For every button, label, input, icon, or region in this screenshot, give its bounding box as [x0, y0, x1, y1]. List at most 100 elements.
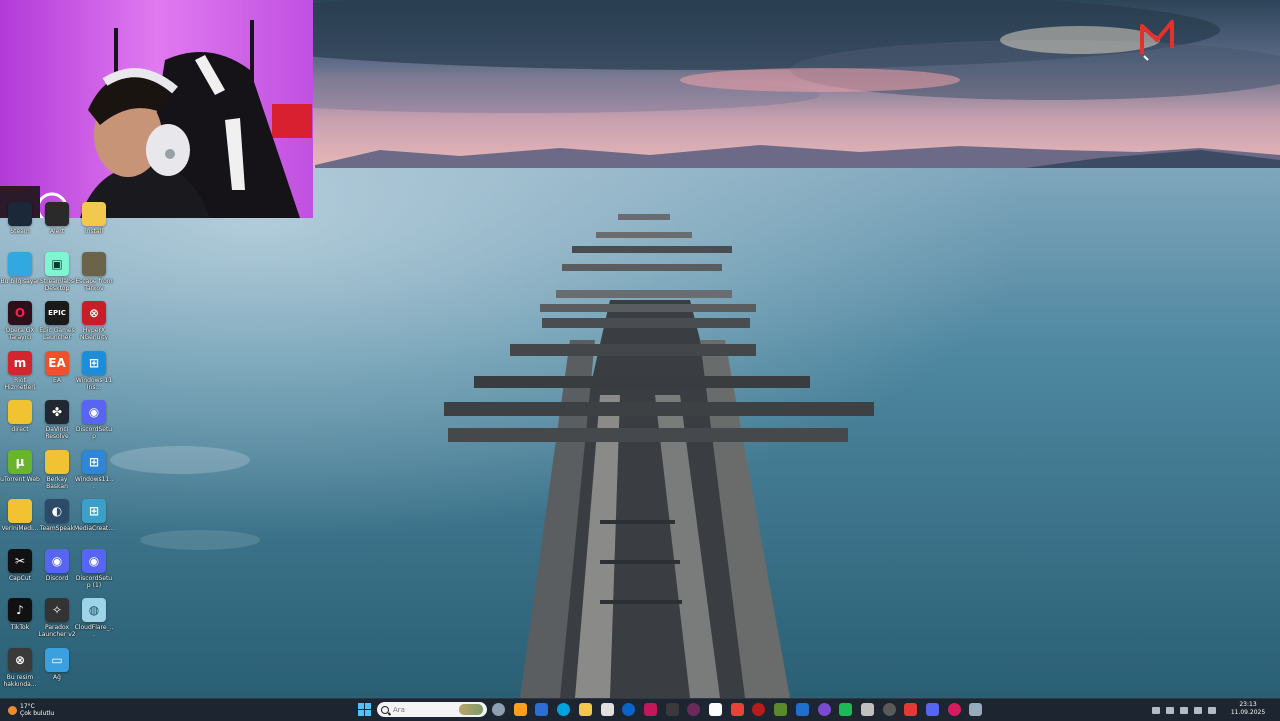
- app-icon: O: [8, 301, 32, 325]
- app-icon: ⊗: [8, 647, 32, 672]
- pinned-app-icon[interactable]: [535, 703, 549, 716]
- pinned-app-icon[interactable]: [665, 703, 679, 716]
- taskbar-clock[interactable]: 23:13 11.09.2025: [1228, 701, 1268, 717]
- weather-temperature: 17°C: [20, 703, 35, 710]
- taskbar: 17°C Çok bulutlu 23:13 11.09.2025: [0, 698, 1280, 721]
- app-icon: EPIC: [45, 301, 69, 325]
- pinned-app-icon[interactable]: [774, 703, 788, 716]
- desktop-icon[interactable]: EA EA: [37, 350, 77, 399]
- pinned-app-icon[interactable]: [839, 703, 853, 716]
- app-icon: [45, 202, 69, 226]
- desktop-icon[interactable]: ⊞ MediaCreat...: [74, 499, 114, 547]
- search-icon: [381, 705, 389, 714]
- desktop-icon-label: EA: [53, 376, 61, 384]
- desktop-icon[interactable]: ⊗ HyperX NGenuity: [74, 301, 114, 349]
- desktop-icon[interactable]: ⊞ Windows11...: [74, 449, 114, 498]
- weather-description: Çok bulutlu: [20, 710, 55, 717]
- pinned-app-icon[interactable]: [817, 703, 831, 716]
- app-icon: ✂: [8, 548, 32, 573]
- app-icon: ⊞: [82, 350, 106, 375]
- desktop-icon-label: VeriniMedi...: [1, 525, 39, 532]
- pinned-app-icon[interactable]: [752, 703, 766, 716]
- pinned-app-icon[interactable]: [513, 703, 527, 716]
- pinned-app-icon[interactable]: [860, 703, 874, 716]
- desktop-icon[interactable]: ◉ DiscordSetup: [74, 400, 114, 448]
- pinned-app-icon[interactable]: [687, 703, 701, 716]
- pinned-app-icon[interactable]: [926, 703, 939, 716]
- pinned-app-icon[interactable]: [904, 703, 918, 716]
- pinned-app-icon[interactable]: [492, 703, 505, 716]
- desktop-icon[interactable]: O Opera GX Tarayıcı: [0, 301, 40, 349]
- pinned-app-icon[interactable]: [947, 703, 961, 716]
- app-icon: ▭: [45, 647, 69, 672]
- start-button[interactable]: [358, 703, 371, 716]
- pinned-app-icon[interactable]: [622, 703, 636, 716]
- desktop-icon-label: CloudFlare_...: [74, 624, 114, 638]
- desktop-icon-label: Alert: [49, 228, 65, 235]
- weather-widget[interactable]: 17°C Çok bulutlu: [8, 701, 54, 719]
- pinned-app-icon[interactable]: [643, 703, 657, 716]
- app-icon: ✧: [45, 598, 69, 622]
- pinned-app-icon[interactable]: [730, 703, 744, 716]
- app-icon: ◐: [45, 499, 69, 523]
- windows-logo-icon: [358, 703, 364, 709]
- desktop-icon-label: Steam: [10, 228, 30, 235]
- tray-cloud-icon[interactable]: [1166, 706, 1174, 714]
- desktop-icon[interactable]: ✤ DaVinci Resolve: [37, 400, 77, 448]
- pinned-app-icon[interactable]: [969, 703, 983, 716]
- desktop-icon[interactable]: Install: [74, 202, 114, 250]
- pinned-app-icon[interactable]: [795, 703, 809, 716]
- search-input[interactable]: [393, 705, 453, 714]
- desktop-icon-label: TeamSpeak: [39, 525, 75, 532]
- desktop-icon[interactable]: EPIC Epic Games Launcher: [37, 301, 77, 349]
- desktop-icon-label: uTorrent Web: [0, 475, 40, 483]
- desktop-icon[interactable]: Alert: [37, 202, 77, 250]
- desktop-icon[interactable]: ✧ Paradox Launcher v2: [37, 598, 77, 646]
- app-icon: [82, 202, 106, 226]
- pinned-app-icon[interactable]: [578, 703, 592, 716]
- desktop-icon[interactable]: Berkay Baskan: [37, 449, 77, 498]
- desktop-icon[interactable]: ♪ TikTok: [0, 598, 40, 646]
- pinned-app-icon[interactable]: [557, 703, 571, 716]
- app-icon: m: [8, 350, 32, 375]
- search-highlight-image: [459, 704, 483, 715]
- desktop-icon[interactable]: ▭ Ağ: [37, 647, 77, 696]
- app-icon: [8, 499, 32, 523]
- tray-volume-icon[interactable]: [1194, 706, 1202, 714]
- desktop-icon[interactable]: ▣ Streamlabs Desktop: [37, 251, 77, 300]
- desktop-icon[interactable]: ✂ CapCut: [0, 548, 40, 597]
- desktop-icon[interactable]: ◍ CloudFlare_...: [74, 598, 114, 646]
- tray-battery-icon[interactable]: [1208, 706, 1216, 714]
- desktop-icon[interactable]: Escape from Tarkov: [74, 251, 114, 300]
- desktop-icon-label: Windows 11 Ins...: [75, 376, 113, 391]
- tray-chevron-icon[interactable]: [1152, 706, 1160, 714]
- desktop-icon[interactable]: Bu bilgisayar: [0, 251, 40, 300]
- desktop-icon-label: direct: [11, 426, 29, 433]
- app-icon: [8, 202, 32, 226]
- desktop-icon-label: Bu bilgisayar: [0, 277, 40, 285]
- desktop-icon-label: Riot Hizmetleri: [4, 376, 36, 391]
- pinned-app-icon[interactable]: [709, 703, 722, 716]
- desktop-icon[interactable]: ⊞ Windows 11 Ins...: [74, 350, 114, 399]
- tray-network-icon[interactable]: [1180, 706, 1188, 714]
- app-icon: ⊗: [82, 301, 106, 325]
- pinned-app-icon[interactable]: [882, 703, 896, 716]
- desktop-icon-label: Opera GX Tarayıcı: [5, 327, 35, 341]
- pinned-app-icon[interactable]: [600, 703, 614, 716]
- desktop-icon[interactable]: Steam: [0, 202, 40, 250]
- desktop-icon[interactable]: ◉ Discord: [37, 548, 77, 597]
- desktop-icon[interactable]: ◉ DiscordSetup (1): [74, 548, 114, 597]
- app-icon: ▣: [45, 251, 69, 276]
- desktop-icon[interactable]: m Riot Hizmetleri: [0, 350, 40, 399]
- taskbar-search[interactable]: [377, 702, 487, 717]
- app-icon: [82, 251, 106, 276]
- desktop-icon[interactable]: direct: [0, 400, 40, 448]
- desktop-icon-label: CapCut: [8, 574, 32, 582]
- desktop-icon[interactable]: ⊗ Bu resim hakkında...: [0, 647, 40, 696]
- app-icon: ◍: [82, 598, 106, 622]
- desktop-icon[interactable]: ◐ TeamSpeak: [37, 499, 77, 547]
- desktop-icon-label: Bu resim hakkında...: [3, 673, 37, 688]
- desktop-icon-label: Windows11...: [74, 475, 114, 490]
- desktop-icon[interactable]: VeriniMedi...: [0, 499, 40, 547]
- desktop-icon[interactable]: µ uTorrent Web: [0, 449, 40, 498]
